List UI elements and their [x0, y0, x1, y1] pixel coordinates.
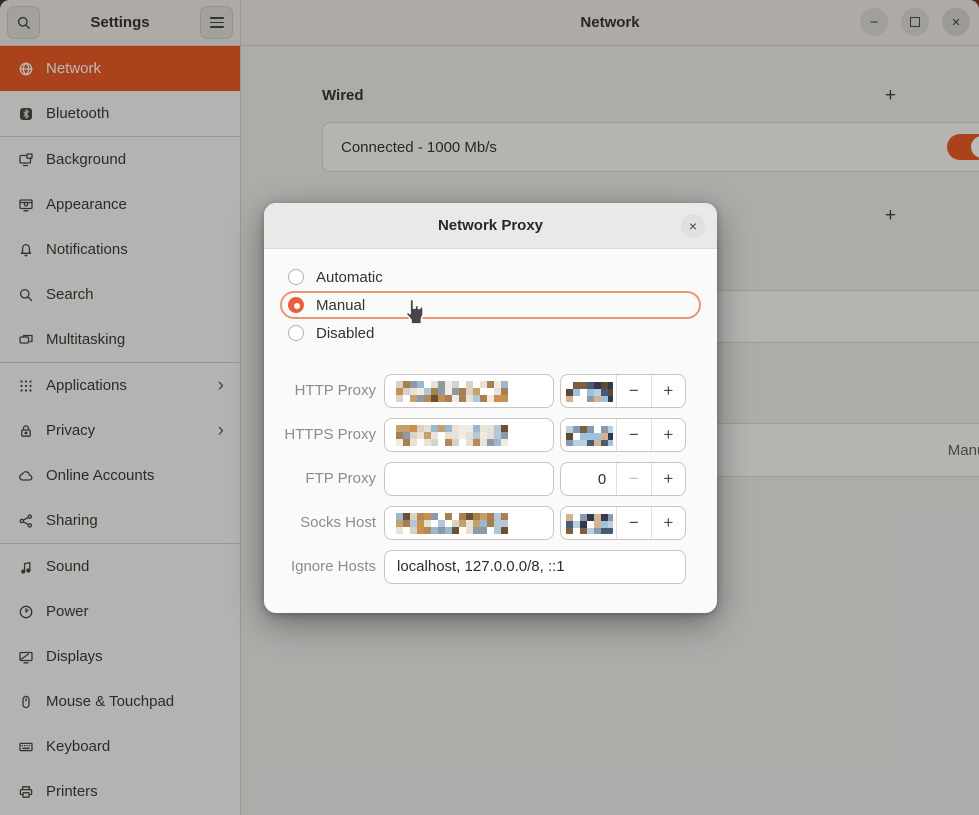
decrement-button[interactable]: − [616, 375, 650, 407]
dialog-title: Network Proxy [438, 217, 543, 234]
port-value[interactable] [561, 419, 616, 451]
proxy-port-spinner: 0 − + [560, 462, 686, 496]
increment-button[interactable]: + [651, 375, 685, 407]
proxy-method-option[interactable]: Automatic [280, 265, 701, 289]
proxy-method-options: Automatic Manual Disabled [280, 265, 701, 347]
field-label: FTP Proxy [264, 462, 376, 496]
proxy-host-input[interactable] [384, 418, 554, 452]
redacted-value [396, 513, 508, 534]
redacted-port [566, 382, 613, 402]
network-proxy-dialog: Network Proxy × Automatic Manual Disable… [264, 203, 717, 613]
proxy-host-input[interactable]: localhost, 127.0.0.0/8, ::1 [384, 550, 686, 584]
proxy-form-row: Socks Host − + [264, 506, 717, 540]
proxy-form-row: Ignore Hosts localhost, 127.0.0.0/8, ::1 [264, 550, 717, 584]
proxy-host-input[interactable] [384, 462, 554, 496]
proxy-form-row: HTTPS Proxy − + [264, 418, 717, 452]
redacted-value [396, 381, 508, 402]
increment-button[interactable]: + [651, 419, 685, 451]
proxy-form-row: FTP Proxy 0 − + [264, 462, 717, 496]
proxy-host-input[interactable] [384, 374, 554, 408]
dialog-headerbar: Network Proxy × [264, 203, 717, 249]
proxy-port-spinner: − + [560, 374, 686, 408]
redacted-port [566, 426, 613, 446]
decrement-button[interactable]: − [616, 463, 650, 495]
dialog-close-button[interactable]: × [681, 214, 705, 238]
port-value[interactable] [561, 375, 616, 407]
redacted-value [396, 425, 508, 446]
field-label: HTTPS Proxy [264, 418, 376, 452]
proxy-form-row: HTTP Proxy − + [264, 374, 717, 408]
radio-icon[interactable] [288, 325, 304, 341]
proxy-host-input[interactable] [384, 506, 554, 540]
increment-button[interactable]: + [651, 463, 685, 495]
radio-icon[interactable] [288, 297, 304, 313]
proxy-method-option[interactable]: Manual [280, 291, 701, 319]
field-value: localhost, 127.0.0.0/8, ::1 [397, 551, 565, 583]
proxy-port-spinner: − + [560, 506, 686, 540]
port-value[interactable] [561, 507, 616, 539]
redacted-port [566, 514, 613, 534]
field-label: HTTP Proxy [264, 374, 376, 408]
radio-icon[interactable] [288, 269, 304, 285]
field-label: Socks Host [264, 506, 376, 540]
decrement-button[interactable]: − [616, 419, 650, 451]
decrement-button[interactable]: − [616, 507, 650, 539]
proxy-port-spinner: − + [560, 418, 686, 452]
port-value[interactable]: 0 [561, 463, 616, 495]
field-label: Ignore Hosts [264, 550, 376, 584]
increment-button[interactable]: + [651, 507, 685, 539]
proxy-method-option[interactable]: Disabled [280, 321, 701, 345]
